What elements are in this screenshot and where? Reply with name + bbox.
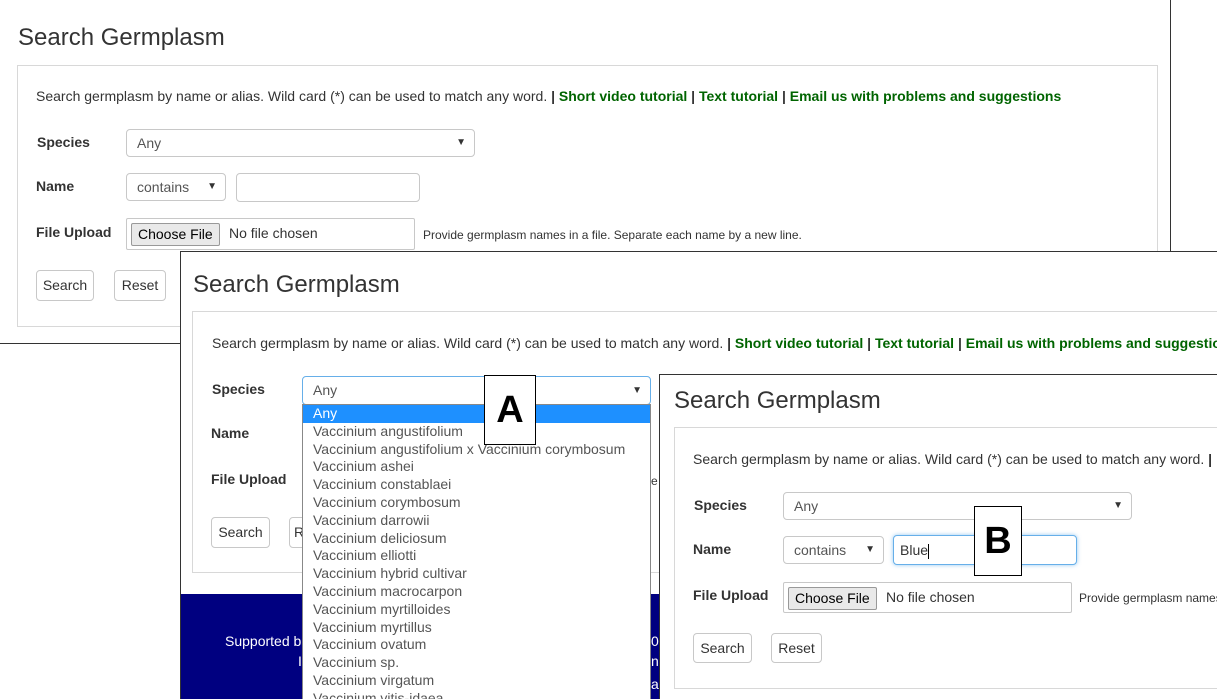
file-status: No file chosen — [229, 225, 318, 241]
marker-a: A — [484, 375, 536, 445]
species-option[interactable]: Vaccinium angustifolium x Vaccinium cory… — [303, 441, 650, 459]
form-description: Search germplasm by name or alias. Wild … — [36, 88, 1062, 104]
chevron-down-icon: ▼ — [1113, 500, 1123, 511]
species-option[interactable]: Vaccinium virgatum — [303, 672, 650, 690]
species-option[interactable]: Vaccinium constablaei — [303, 476, 650, 494]
page-title: Search Germplasm — [674, 387, 881, 414]
chevron-down-icon: ▼ — [207, 181, 217, 192]
video-tutorial-link[interactable]: Short video tutorial — [735, 335, 863, 351]
name-input[interactable] — [236, 173, 420, 202]
species-select[interactable]: Any ▼ — [783, 492, 1132, 520]
search-button[interactable]: Search — [36, 270, 94, 301]
chevron-down-icon: ▼ — [456, 137, 466, 148]
name-operator-select[interactable]: contains ▼ — [783, 536, 884, 564]
email-link[interactable]: Email us with problems and suggestio — [966, 335, 1217, 351]
file-upload-label: File Upload — [693, 587, 769, 603]
footer-text: Supported b — [225, 633, 302, 649]
file-upload-field[interactable]: Choose File No file chosen — [126, 218, 415, 250]
name-label: Name — [693, 541, 732, 557]
search-button[interactable]: Search — [693, 633, 752, 663]
species-option[interactable]: Vaccinium elliotti — [303, 547, 650, 565]
text-cursor — [928, 543, 930, 559]
species-option[interactable]: Vaccinium hybrid cultivar — [303, 565, 650, 583]
page-title: Search Germplasm — [18, 24, 225, 51]
file-upload-label: File Upload — [211, 471, 287, 487]
reset-button[interactable]: Reset — [114, 270, 166, 301]
name-label: Name — [211, 425, 250, 441]
choose-file-button[interactable]: Choose File — [131, 223, 220, 246]
search-button[interactable]: Search — [211, 517, 270, 548]
species-option[interactable]: Vaccinium myrtilloides — [303, 601, 650, 619]
file-upload-label: File Upload — [36, 224, 112, 240]
species-option[interactable]: Vaccinium myrtillus — [303, 619, 650, 637]
name-label: Name — [36, 178, 75, 194]
text-tutorial-link[interactable]: Text tutorial — [699, 88, 778, 104]
text-tutorial-link[interactable]: Text tutorial — [875, 335, 954, 351]
species-select[interactable]: Any ▼ — [126, 129, 475, 157]
species-dropdown-list[interactable]: Any Vaccinium angustifolium Vaccinium angu… — [302, 404, 651, 699]
video-tutorial-link[interactable]: Short video tutorial — [559, 88, 687, 104]
species-option[interactable]: Vaccinium sp. — [303, 654, 650, 672]
name-operator-select[interactable]: contains ▼ — [126, 173, 226, 201]
marker-b: B — [974, 506, 1022, 576]
form-description: Search germplasm by name or alias. Wild … — [693, 451, 1213, 467]
chevron-down-icon: ▼ — [632, 385, 642, 396]
species-option[interactable]: Vaccinium corymbosum — [303, 494, 650, 512]
file-status: No file chosen — [886, 589, 975, 605]
species-option[interactable]: Vaccinium macrocarpon — [303, 583, 650, 601]
panel-3: Search Germplasm Search germplasm by nam… — [659, 374, 1217, 699]
species-option[interactable]: Vaccinium darrowii — [303, 512, 650, 530]
page-title: Search Germplasm — [193, 271, 400, 298]
species-option[interactable]: Vaccinium angustifolium — [303, 423, 650, 441]
reset-button[interactable]: Reset — [771, 633, 822, 663]
file-hint: Provide germplasm names — [1079, 591, 1217, 605]
species-option[interactable]: Vaccinium ovatum — [303, 636, 650, 654]
choose-file-button[interactable]: Choose File — [788, 587, 877, 610]
species-label: Species — [37, 134, 90, 150]
file-hint: Provide germplasm names in a file. Separ… — [423, 228, 802, 242]
species-option[interactable]: Vaccinium deliciosum — [303, 530, 650, 548]
species-label: Species — [694, 497, 747, 513]
email-link[interactable]: Email us with problems and suggestions — [790, 88, 1062, 104]
species-option[interactable]: Vaccinium ashei — [303, 458, 650, 476]
chevron-down-icon: ▼ — [865, 544, 875, 555]
species-label: Species — [212, 381, 265, 397]
file-upload-field[interactable]: Choose File No file chosen — [783, 582, 1072, 613]
species-select[interactable]: Any ▼ — [302, 376, 651, 405]
form-description: Search germplasm by name or alias. Wild … — [212, 335, 1217, 351]
file-hint-fragment: e — [651, 474, 658, 488]
species-option[interactable]: Any — [303, 405, 650, 423]
